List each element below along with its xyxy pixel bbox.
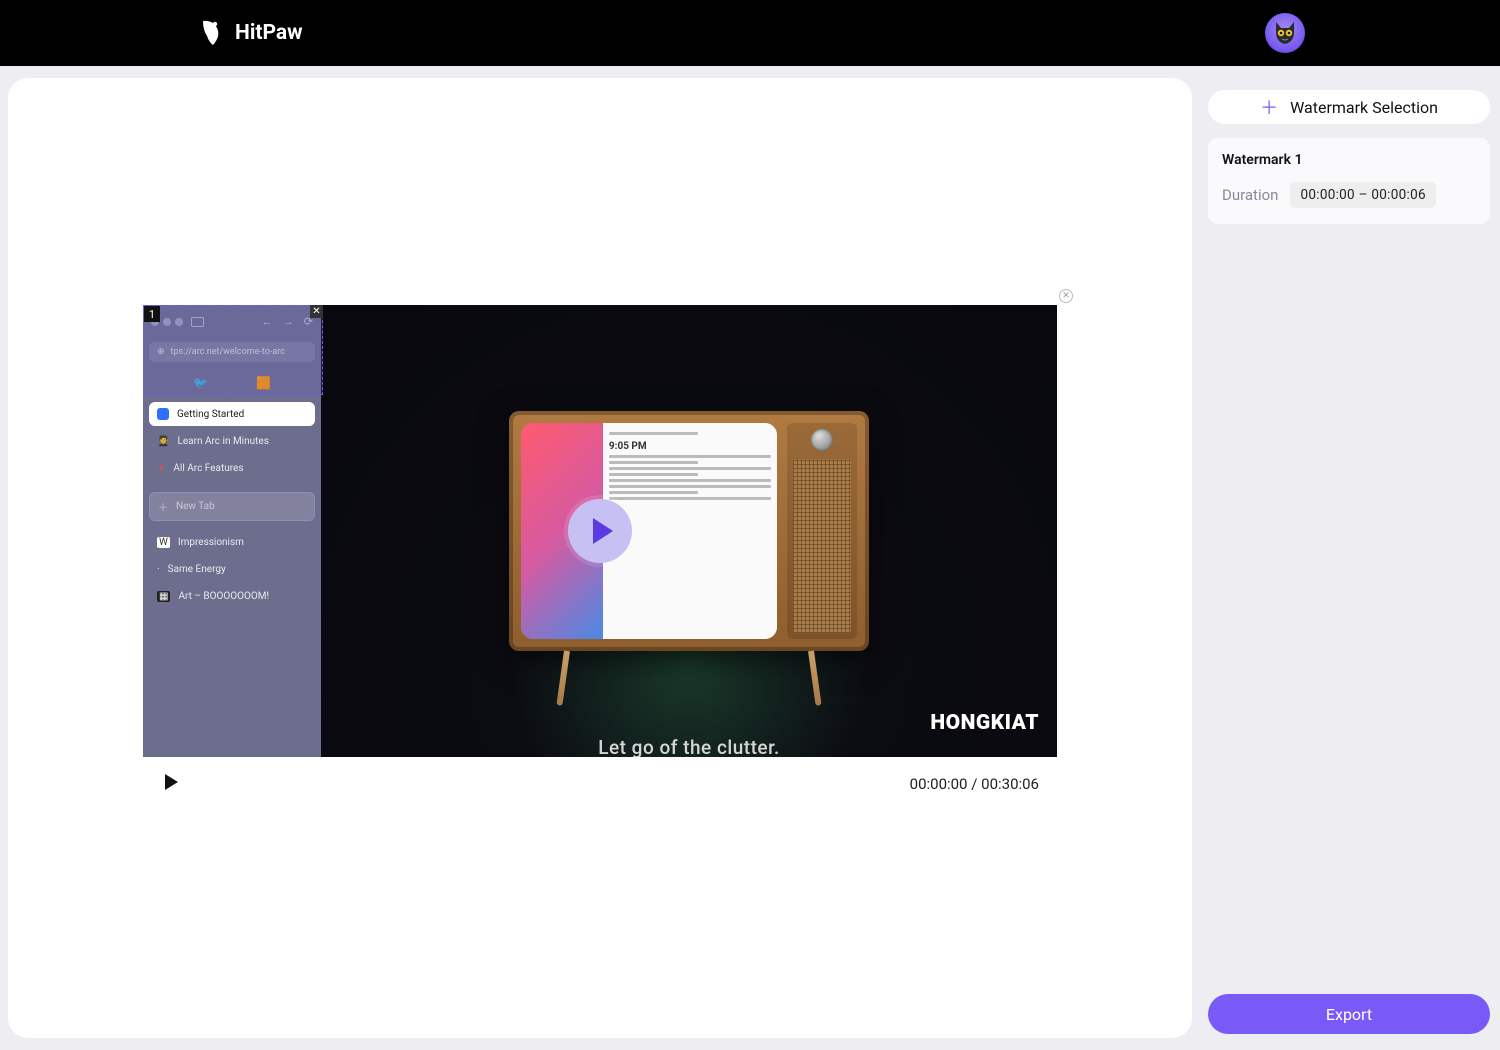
selection-number-badge: 1 bbox=[144, 306, 160, 322]
canvas-pane: ✕ 1 ✕ ←→⟳ ⊕ bbox=[0, 66, 1200, 1050]
add-watermark-label: Watermark Selection bbox=[1290, 98, 1438, 117]
arc-item-newtab: ＋ New Tab bbox=[149, 492, 315, 521]
duration-range[interactable]: 00:00:00 – 00:00:06 bbox=[1290, 182, 1435, 208]
tv-knob-icon bbox=[811, 429, 833, 451]
plus-icon: ＋ bbox=[1260, 94, 1278, 120]
tv-screen: 9:05 PM bbox=[521, 423, 777, 639]
app-header: HitPaw bbox=[0, 0, 1500, 66]
play-overlay-button[interactable] bbox=[568, 499, 632, 563]
duration-start: 00:00:00 bbox=[1300, 187, 1354, 203]
total-time: 00:30:06 bbox=[981, 775, 1039, 793]
video-frame[interactable]: 1 ✕ ←→⟳ ⊕ tps://arc.net/welcome-to-arc bbox=[143, 305, 1057, 757]
watermark-card[interactable]: Watermark 1 Duration 00:00:00 – 00:00:06 bbox=[1208, 138, 1490, 224]
main-layout: ✕ 1 ✕ ←→⟳ ⊕ bbox=[0, 66, 1500, 1050]
brand-watermark-text: HONGKIAT bbox=[930, 711, 1039, 735]
tv-panel bbox=[787, 423, 857, 639]
arc-item-energy: · Same Energy bbox=[149, 558, 315, 581]
video-caption: Let go of the clutter. bbox=[598, 736, 780, 757]
add-watermark-selection-button[interactable]: ＋ Watermark Selection bbox=[1208, 90, 1490, 124]
watermark-selection-box[interactable]: 1 ✕ bbox=[143, 305, 323, 395]
tv-scene: 9:05 PM bbox=[321, 305, 1057, 757]
brand-logo[interactable]: HitPaw bbox=[195, 18, 303, 48]
arc-item-learn: 🧑‍🎓 Learn Arc in Minutes bbox=[149, 430, 315, 453]
user-avatar[interactable] bbox=[1265, 13, 1305, 53]
video-controls: 00:00:00 / 00:30:06 bbox=[143, 757, 1057, 811]
side-pane: ＋ Watermark Selection Watermark 1 Durati… bbox=[1200, 66, 1500, 1050]
arc-item-art: ▦ Art – BOOOOOOOM! bbox=[149, 585, 315, 608]
close-video-button[interactable]: ✕ bbox=[1059, 289, 1073, 303]
tv-time-label: 9:05 PM bbox=[609, 441, 771, 452]
duration-label: Duration bbox=[1222, 186, 1278, 204]
play-button[interactable] bbox=[161, 772, 181, 796]
logo-icon bbox=[195, 18, 225, 48]
arc-item-getting-started: Getting Started bbox=[149, 402, 315, 426]
duration-end: 00:00:06 bbox=[1371, 187, 1425, 203]
arc-item-impressionism: W Impressionism bbox=[149, 531, 315, 554]
current-time: 00:00:00 bbox=[910, 775, 968, 793]
tv-speaker-grille bbox=[793, 459, 851, 633]
timecode: 00:00:00 / 00:30:06 bbox=[910, 775, 1039, 793]
watermark-title: Watermark 1 bbox=[1222, 152, 1476, 168]
brand-name: HitPaw bbox=[235, 21, 303, 45]
canvas-card: ✕ 1 ✕ ←→⟳ ⊕ bbox=[8, 78, 1192, 1038]
video-wrapper: ✕ 1 ✕ ←→⟳ ⊕ bbox=[143, 305, 1057, 811]
export-button[interactable]: Export bbox=[1208, 994, 1490, 1034]
arc-item-features: ✦ All Arc Features bbox=[149, 457, 315, 480]
selection-close-button[interactable]: ✕ bbox=[310, 305, 323, 318]
tv: 9:05 PM bbox=[509, 411, 869, 651]
export-label: Export bbox=[1326, 1005, 1372, 1024]
